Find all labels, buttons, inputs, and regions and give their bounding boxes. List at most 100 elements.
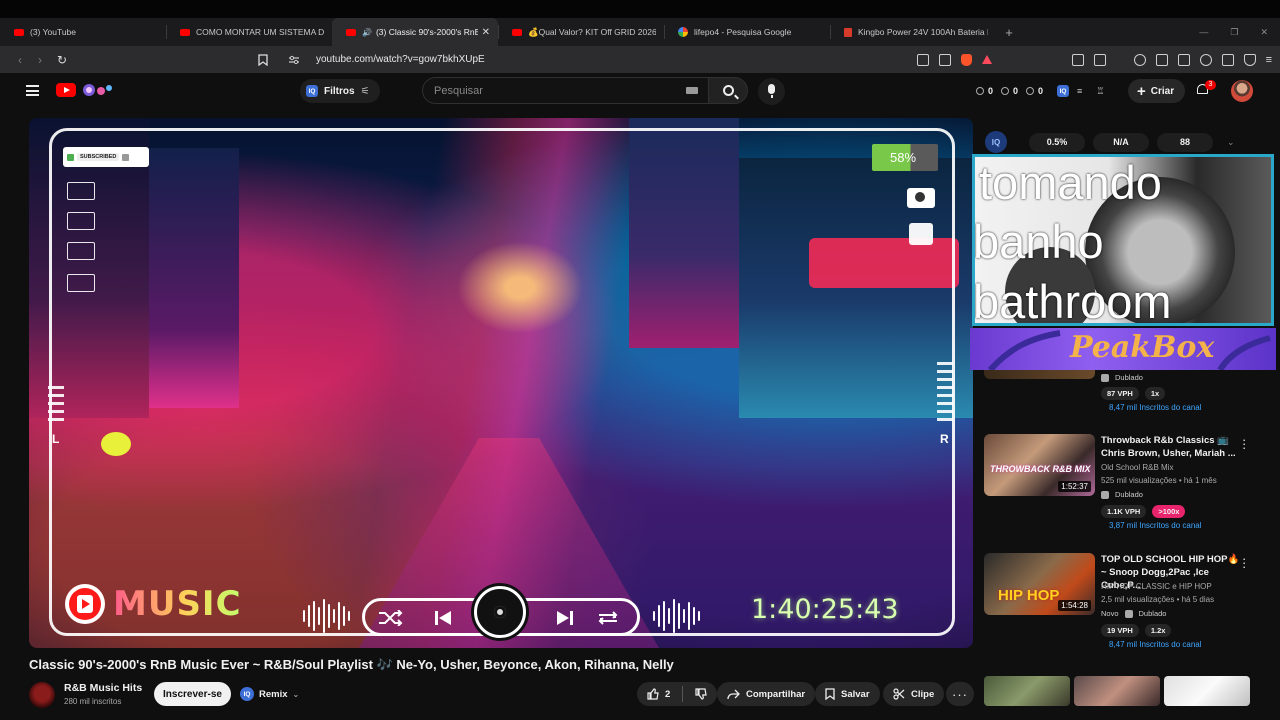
chevron-down-icon[interactable]: ⌄ bbox=[1227, 137, 1235, 148]
iq-icon[interactable]: IQ bbox=[1057, 85, 1070, 97]
tab-classic-rnb[interactable]: 🔊 (3) Classic 90's-2000's RnB M ✕ bbox=[332, 18, 498, 46]
video-title: Classic 90's-2000's RnB Music Ever ~ R&B… bbox=[29, 657, 674, 672]
youtube-music-icon bbox=[65, 584, 105, 624]
rec-thumbnail[interactable]: HIP HOP 1:54:28 bbox=[984, 553, 1095, 615]
next-icon[interactable] bbox=[553, 610, 579, 626]
music-icon[interactable] bbox=[1133, 53, 1146, 66]
repeat-icon[interactable] bbox=[595, 610, 621, 626]
play-pause-disc-icon[interactable] bbox=[474, 586, 526, 638]
bookmark-icon[interactable] bbox=[258, 53, 268, 66]
video-player[interactable]: SUBSCRIBED 58% L R MUSIC 1:40:25:43 bbox=[29, 118, 973, 648]
extensions-icon[interactable] bbox=[1071, 53, 1084, 66]
url-field[interactable]: youtube.com/watch?v=gow7bkhXUpE bbox=[252, 49, 998, 70]
youtube-logo[interactable] bbox=[56, 83, 76, 97]
search-input[interactable]: Pesquisar bbox=[422, 77, 708, 104]
wallet-icon[interactable] bbox=[1177, 53, 1190, 66]
tab-como-montar[interactable]: COMO MONTAR UM SISTEMA DE EN bbox=[166, 18, 332, 46]
hamburger-menu-icon[interactable] bbox=[26, 85, 39, 96]
minimize-icon[interactable]: — bbox=[1199, 27, 1208, 37]
right-channel-label: R bbox=[940, 432, 949, 446]
more-actions-button[interactable]: ··· bbox=[946, 682, 974, 706]
create-button[interactable]: + Criar bbox=[1128, 79, 1186, 103]
share-page-icon[interactable] bbox=[939, 53, 951, 66]
recommendation-item[interactable]: THROWBACK R&B MIX 1:52:37 Throwback R&b … bbox=[984, 433, 1264, 534]
cast-icon[interactable] bbox=[917, 53, 929, 66]
search-placeholder: Pesquisar bbox=[434, 84, 483, 97]
recommendation-item[interactable]: HIP HOP 1:54:28 TOP OLD SCHOOL HIP HOP🔥~… bbox=[984, 552, 1264, 653]
views-stat-icon bbox=[976, 87, 984, 95]
reload-icon[interactable]: ↻ bbox=[52, 53, 72, 67]
doodle-icon[interactable] bbox=[80, 82, 114, 98]
speaker-icon[interactable]: 🔊 bbox=[362, 28, 372, 37]
close-tab-icon[interactable]: ✕ bbox=[482, 27, 490, 38]
rec-channel[interactable]: HIP HOP CLASSIC e HIP HOP bbox=[1101, 582, 1212, 591]
share-button[interactable]: Compartilhar bbox=[717, 682, 816, 706]
iq-icon: IQ bbox=[306, 85, 318, 97]
tab-lifepo4-search[interactable]: lifepo4 - Pesquisa Google bbox=[664, 18, 830, 46]
ai-icon[interactable] bbox=[1199, 53, 1212, 66]
sidebar-icon[interactable] bbox=[1155, 53, 1168, 66]
rec-stats: 1.1K VPH >100x bbox=[1101, 505, 1186, 518]
url-text: youtube.com/watch?v=gow7bkhXUpE bbox=[316, 54, 485, 65]
tab-youtube-home[interactable]: (3) YouTube bbox=[0, 18, 166, 46]
volume-percent: 58% bbox=[872, 144, 938, 171]
left-level-meter bbox=[48, 386, 64, 426]
sliders-icon: ⚟ bbox=[360, 85, 370, 97]
dislike-icon[interactable] bbox=[695, 688, 708, 700]
save-button[interactable]: Salvar bbox=[815, 682, 880, 706]
vpn-icon[interactable] bbox=[1243, 53, 1256, 66]
audio-wave-left bbox=[303, 598, 350, 634]
close-window-icon[interactable]: ✕ bbox=[1260, 27, 1268, 38]
keyboard-icon[interactable] bbox=[686, 87, 698, 94]
new-tab-button[interactable]: + bbox=[996, 18, 1022, 46]
shuffle-icon[interactable] bbox=[378, 610, 404, 626]
brave-rewards-icon[interactable] bbox=[982, 55, 992, 64]
screenshot-icon[interactable] bbox=[1093, 53, 1106, 66]
clip-button[interactable]: Clipe bbox=[883, 682, 945, 706]
like-icon[interactable] bbox=[647, 688, 659, 700]
rec-channel[interactable]: Old School R&B Mix bbox=[1101, 463, 1173, 472]
music-wordmark: MUSIC bbox=[113, 584, 242, 624]
recommendation-item[interactable]: Dublado 87 VPH 1x 8,47 mil Inscritos do … bbox=[984, 370, 1264, 420]
plus-icon: + bbox=[1137, 82, 1146, 100]
vph-badge: 87 VPH bbox=[1101, 387, 1139, 400]
rec-thumbnail[interactable] bbox=[1164, 676, 1250, 706]
tab-kingbo-power[interactable]: Kingbo Power 24V 100Ah Bateria Lít bbox=[830, 18, 996, 46]
voice-search-button[interactable] bbox=[758, 78, 785, 105]
remix-button[interactable]: IQ Remix ⌄ bbox=[240, 684, 299, 704]
multiplier-badge: 1.2x bbox=[1144, 624, 1172, 637]
rec-thumbnail[interactable] bbox=[984, 676, 1070, 706]
forward-icon[interactable]: › bbox=[30, 53, 50, 67]
rec-title[interactable]: Throwback R&b Classics 📺 Chris Brown, Us… bbox=[1101, 434, 1241, 460]
restore-icon[interactable]: ❐ bbox=[1230, 27, 1238, 38]
list-icon[interactable]: ≡ bbox=[1077, 86, 1082, 96]
rec-thumbnail[interactable] bbox=[1074, 676, 1160, 706]
more-options-icon[interactable]: · · · bbox=[1242, 433, 1246, 454]
rec-channel-subs: 8,47 mil Inscritos do canal bbox=[1109, 403, 1202, 412]
more-options-icon[interactable]: · · · bbox=[1242, 552, 1246, 573]
search-button[interactable] bbox=[708, 77, 748, 104]
iq-logo[interactable]: IQ bbox=[985, 131, 1007, 153]
subscribe-button[interactable]: Inscrever-se bbox=[154, 682, 231, 706]
like-overlay-icon bbox=[67, 153, 74, 161]
bottom-recommendation-thumbnails bbox=[984, 676, 1250, 706]
previous-icon[interactable] bbox=[431, 610, 457, 626]
downloads-icon[interactable] bbox=[1221, 53, 1234, 66]
channel-subscribers: 280 mil inscritos bbox=[64, 697, 122, 706]
camera-overlay-icon bbox=[907, 188, 935, 208]
trophy-icon[interactable]: ♖ bbox=[1096, 86, 1104, 97]
site-settings-icon[interactable] bbox=[288, 55, 300, 65]
rec-thumbnail[interactable]: THROWBACK R&B MIX 1:52:37 bbox=[984, 434, 1095, 496]
tab-kit-off-grid[interactable]: 💰Qual Valor? KIT Off GRID 2026 🔋⚡ bbox=[498, 18, 664, 46]
channel-name[interactable]: R&B Music Hits bbox=[64, 682, 142, 694]
rec-dubbed: Dublado bbox=[1101, 371, 1143, 384]
user-avatar[interactable] bbox=[1231, 80, 1253, 102]
rec-thumbnail[interactable] bbox=[984, 370, 1095, 379]
menu-icon[interactable]: ≡ bbox=[1266, 54, 1272, 66]
back-icon[interactable]: ‹ bbox=[10, 53, 30, 67]
channel-avatar[interactable] bbox=[29, 682, 55, 708]
caption-line: bathroom bbox=[973, 275, 1172, 326]
filters-button[interactable]: IQ Filtros ⚟ bbox=[300, 79, 380, 103]
brave-shield-icon[interactable] bbox=[961, 53, 972, 66]
rec-dubbed: Novo Dublado bbox=[1101, 607, 1166, 620]
